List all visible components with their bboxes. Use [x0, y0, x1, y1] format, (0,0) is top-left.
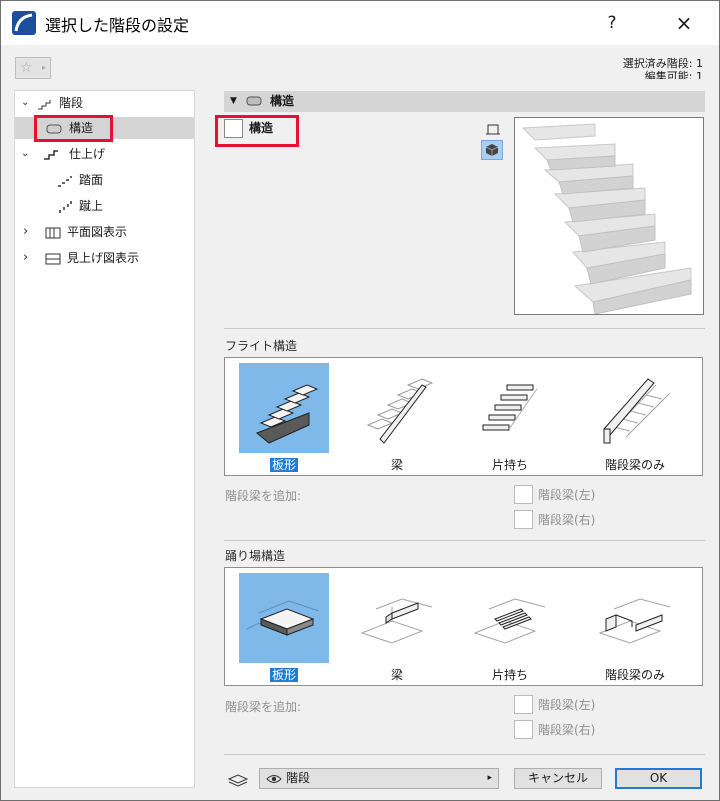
dropdown-arrow-icon: ▸: [41, 63, 46, 72]
landing-beam-right-label: 階段梁(右): [538, 723, 596, 737]
flight-option-beam[interactable]: [352, 363, 442, 453]
tree-item-finish[interactable]: ⌄ 仕上げ: [15, 143, 194, 165]
selection-info: 選択済み階段: 1 編集可能: 1: [623, 57, 703, 79]
section-header[interactable]: ▼ 構造: [224, 91, 705, 112]
flight-structure-title: フライト構造: [225, 339, 298, 353]
landing-structure-options: 板形 梁 片持ち 階段梁のみ: [224, 567, 703, 686]
editable-count: 編集可能: 1: [644, 70, 703, 79]
title-bar: 選択した階段の設定 ? ×: [1, 1, 719, 45]
highlight-box: [34, 115, 113, 142]
flight-beam-left-label: 階段梁(左): [538, 488, 596, 502]
tree-item-label: 踏面: [79, 173, 104, 187]
flight-option-stringer-only[interactable]: [590, 363, 680, 453]
dialog-title: 選択した階段の設定: [45, 16, 190, 35]
tree-item-floor-plan[interactable]: › 平面図表示: [15, 221, 194, 243]
landing-option-stringer-only-label: 階段梁のみ: [604, 668, 665, 682]
tree-item-label: 蹴上: [79, 199, 104, 213]
ceiling-plan-icon: [45, 251, 61, 265]
cancel-button[interactable]: キャンセル: [514, 768, 602, 789]
expand-icon[interactable]: ⌄: [21, 143, 29, 165]
landing-structure-title: 踊り場構造: [225, 549, 286, 563]
plan-view-icon[interactable]: [482, 120, 504, 140]
landing-beam-left-label: 階段梁(左): [538, 698, 596, 712]
stair-settings-dialog: 選択した階段の設定 ? × ☆ ▸ 選択済み階段: 1 編集可能: 1 ⌄ 階段…: [0, 0, 720, 801]
finish-icon: [43, 147, 59, 161]
landing-option-beam[interactable]: [352, 573, 442, 663]
tree-item-label: 平面図表示: [67, 225, 128, 239]
star-icon: ☆: [20, 60, 33, 76]
riser-icon: [57, 199, 73, 213]
flight-option-beam-label: 梁: [390, 458, 403, 472]
stair-icon: [37, 96, 53, 110]
tree-item-label: 階段: [59, 96, 84, 110]
flight-option-slab-label: 板形: [269, 458, 298, 472]
layer-name: 階段: [286, 771, 311, 785]
flight-beam-right-checkbox[interactable]: [514, 510, 533, 529]
section-collapse-icon[interactable]: ▼: [230, 91, 237, 112]
layer-dropdown[interactable]: 階段 ▸: [259, 768, 499, 789]
landing-add-beam-label: 階段梁を追加:: [225, 700, 302, 714]
landing-beam-right-checkbox[interactable]: [514, 720, 533, 739]
divider: [224, 754, 705, 755]
landing-option-stringer-only[interactable]: [590, 573, 680, 663]
tree-item-label: 見上げ図表示: [67, 251, 140, 265]
stair-3d-preview: [514, 117, 704, 315]
settings-tree: ⌄ 階段 構造 ⌄ 仕上げ 踏面 蹴上 › 平面図表示 › 見上げ図表示: [14, 90, 195, 788]
flight-option-cantilever[interactable]: [465, 363, 555, 453]
collapse-icon[interactable]: ›: [23, 221, 28, 243]
flight-option-cantilever-label: 片持ち: [491, 458, 528, 472]
layer-icon: [227, 770, 249, 788]
flight-add-beam-label: 階段梁を追加:: [225, 489, 302, 503]
flight-option-slab[interactable]: [239, 363, 329, 453]
structure-icon: [246, 94, 262, 108]
ok-button[interactable]: OK: [615, 768, 702, 789]
tree-item-ceiling-plan[interactable]: › 見上げ図表示: [15, 247, 194, 269]
tread-icon: [57, 173, 73, 187]
3d-view-icon[interactable]: [481, 140, 503, 160]
flight-beam-right-label: 階段梁(右): [538, 513, 596, 527]
close-button[interactable]: ×: [667, 9, 701, 37]
help-button[interactable]: ?: [597, 9, 627, 37]
landing-beam-left-checkbox[interactable]: [514, 695, 533, 714]
landing-option-cantilever-label: 片持ち: [491, 668, 528, 682]
selected-count: 選択済み階段: 1: [622, 57, 703, 70]
dropdown-arrow-icon: ▸: [487, 773, 492, 783]
tree-item-stair[interactable]: ⌄ 階段: [15, 92, 194, 114]
landing-option-slab-label: 板形: [269, 668, 298, 682]
collapse-icon[interactable]: ›: [23, 247, 28, 269]
divider: [224, 328, 705, 329]
favorites-button[interactable]: ☆ ▸: [15, 57, 51, 79]
landing-option-beam-label: 梁: [390, 668, 403, 682]
landing-option-slab[interactable]: [239, 573, 329, 663]
flight-beam-left-checkbox[interactable]: [514, 485, 533, 504]
floor-plan-icon: [45, 225, 61, 239]
archicad-app-icon: [12, 11, 36, 35]
expand-icon[interactable]: ⌄: [21, 92, 29, 114]
eye-icon: [266, 772, 282, 784]
landing-option-cantilever[interactable]: [465, 573, 555, 663]
section-title: 構造: [270, 94, 295, 108]
divider: [224, 540, 705, 541]
flight-structure-options: 板形 梁 片持ち 階段梁のみ: [224, 357, 703, 476]
tree-item-label: 仕上げ: [69, 147, 106, 161]
tree-item-riser[interactable]: 蹴上: [15, 195, 194, 217]
highlight-box: [215, 115, 299, 147]
tree-item-tread[interactable]: 踏面: [15, 169, 194, 191]
flight-option-stringer-only-label: 階段梁のみ: [604, 458, 665, 472]
